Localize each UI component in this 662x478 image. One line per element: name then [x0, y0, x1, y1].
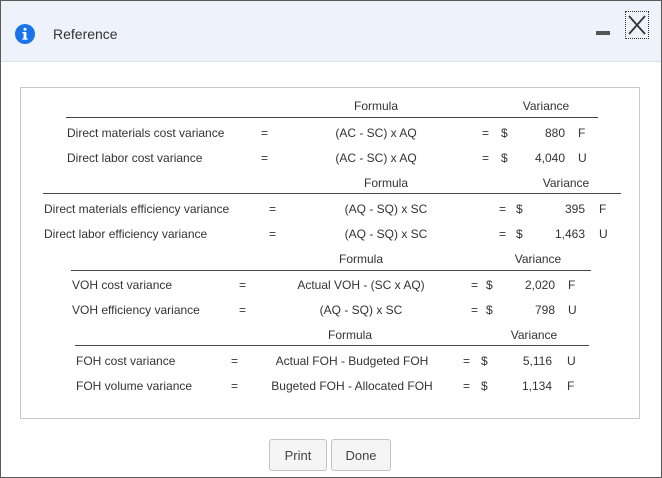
row-formula: Bugeted FOH - Allocated FOH	[271, 379, 433, 393]
row-flag: F	[567, 379, 575, 393]
row-amount: 880	[544, 126, 565, 140]
row-currency: $	[481, 354, 488, 368]
row-currency: $	[486, 278, 493, 292]
row-equals: =	[482, 151, 490, 165]
row-equals: =	[239, 303, 247, 317]
variance-header: Variance	[510, 328, 558, 342]
formula-header: Formula	[327, 328, 372, 342]
reference-window: Reference Formula Variance Direct materi…	[0, 0, 662, 478]
row-amount: 4,040	[534, 151, 565, 165]
row-label: Direct materials cost variance	[67, 126, 225, 140]
header-rule	[75, 345, 589, 346]
row-flag: F	[578, 126, 586, 140]
row-label: FOH cost variance	[76, 354, 176, 368]
row-equals: =	[482, 126, 490, 140]
row-equals: =	[231, 354, 239, 368]
header-rule	[71, 270, 591, 271]
close-button[interactable]	[625, 11, 649, 39]
reference-table-panel: Formula Variance Direct materials cost v…	[20, 87, 640, 419]
row-equals: =	[261, 151, 269, 165]
row-equals: =	[471, 278, 479, 292]
row-amount: 1,463	[554, 227, 585, 241]
title-bar: Reference	[1, 1, 661, 62]
row-amount: 5,116	[522, 354, 552, 368]
row-flag: F	[568, 278, 576, 292]
row-flag: U	[599, 227, 608, 241]
row-equals: =	[231, 379, 239, 393]
row-currency: $	[516, 227, 523, 241]
row-equals: =	[269, 227, 277, 241]
row-amount: 395	[564, 202, 585, 216]
row-label: Direct materials efficiency variance	[44, 202, 230, 216]
close-icon	[628, 15, 646, 35]
print-button[interactable]: Print	[269, 439, 327, 471]
row-formula: (AC - SC) x AQ	[335, 126, 417, 140]
row-currency: $	[486, 303, 493, 317]
row-label: Direct labor cost variance	[67, 151, 203, 165]
row-formula: (AQ - SQ) x SC	[344, 227, 428, 241]
row-formula: Actual VOH - (SC x AQ)	[297, 278, 425, 292]
row-amount: 1,134	[521, 379, 552, 393]
row-formula: (AQ - SQ) x SC	[344, 202, 428, 216]
row-equals: =	[463, 379, 471, 393]
header-rule	[43, 193, 621, 194]
row-equals: =	[471, 303, 479, 317]
minimize-button[interactable]	[596, 31, 610, 35]
row-label: VOH cost variance	[72, 278, 173, 292]
formula-header: Formula	[338, 252, 383, 266]
formula-header: Formula	[353, 99, 398, 113]
row-flag: U	[568, 303, 577, 317]
row-flag: U	[567, 354, 576, 368]
row-currency: $	[481, 379, 488, 393]
row-currency: $	[501, 151, 508, 165]
header-rule	[66, 117, 598, 118]
row-label: VOH efficiency variance	[72, 303, 200, 317]
row-currency: $	[516, 202, 523, 216]
row-formula: Actual FOH - Budgeted FOH	[275, 354, 429, 368]
row-label: Direct labor efficiency variance	[44, 227, 208, 241]
row-equals: =	[239, 278, 247, 292]
window-title: Reference	[53, 26, 118, 42]
row-equals: =	[261, 126, 269, 140]
done-button[interactable]: Done	[331, 439, 391, 471]
variance-header: Variance	[514, 252, 562, 266]
row-formula: (AC - SC) x AQ	[335, 151, 417, 165]
row-flag: F	[599, 202, 607, 216]
row-equals: =	[499, 202, 507, 216]
variance-header: Variance	[522, 99, 570, 113]
formula-header: Formula	[363, 176, 408, 190]
row-equals: =	[463, 354, 471, 368]
info-icon	[15, 24, 35, 44]
row-label: FOH volume variance	[76, 379, 193, 393]
variance-header: Variance	[542, 176, 590, 190]
row-amount: 2,020	[524, 278, 555, 292]
row-formula: (AQ - SQ) x SC	[319, 303, 403, 317]
row-amount: 798	[534, 303, 555, 317]
row-equals: =	[499, 227, 507, 241]
row-currency: $	[501, 126, 508, 140]
row-flag: U	[578, 151, 587, 165]
row-equals: =	[269, 202, 277, 216]
